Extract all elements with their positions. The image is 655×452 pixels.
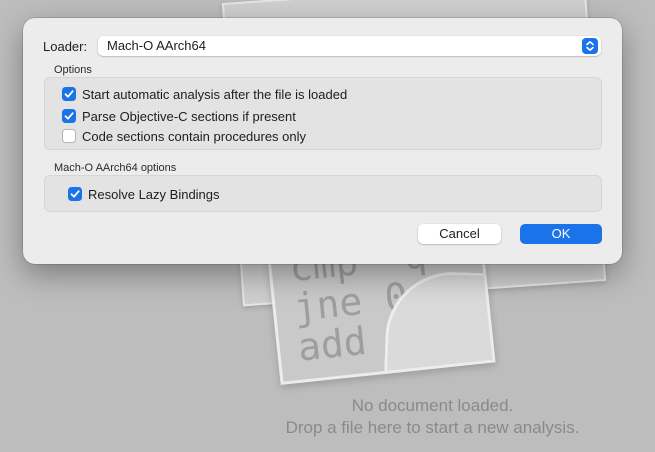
macho-options-group: Resolve Lazy Bindings [44, 175, 602, 212]
empty-state-title: No document loaded. [351, 396, 514, 415]
macho-section-label: Mach-O AArch64 options [54, 162, 177, 174]
option-resolve-lazy-bindings[interactable]: Resolve Lazy Bindings [68, 185, 220, 203]
checkbox-unchecked-icon[interactable] [62, 129, 76, 143]
empty-state-hint: Drop a file here to start a new analysis… [285, 418, 580, 437]
option-label: Code sections contain procedures only [82, 128, 307, 144]
checkbox-checked-icon[interactable] [62, 87, 76, 101]
option-label: Parse Objective-C sections if present [82, 108, 296, 124]
chevron-up-down-icon [582, 38, 598, 54]
loader-select[interactable]: Mach-O AArch64 [98, 36, 601, 56]
option-auto-analysis[interactable]: Start automatic analysis after the file … [62, 85, 347, 103]
option-label: Start automatic analysis after the file … [82, 86, 348, 102]
option-procedures-only[interactable]: Code sections contain procedures only [62, 127, 306, 145]
loader-select-value: Mach-O AArch64 [107, 38, 206, 53]
checkbox-checked-icon[interactable] [68, 187, 82, 201]
option-label: Resolve Lazy Bindings [88, 186, 220, 202]
cancel-button[interactable]: Cancel [418, 224, 501, 244]
options-section-label: Options [54, 64, 92, 76]
ok-button[interactable]: OK [520, 224, 602, 244]
loader-options-dialog: Loader: Mach-O AArch64 Options Start aut… [23, 18, 622, 264]
loader-label: Loader: [43, 39, 88, 54]
option-parse-objc[interactable]: Parse Objective-C sections if present [62, 107, 296, 125]
options-group: Start automatic analysis after the file … [44, 77, 602, 150]
checkbox-checked-icon[interactable] [62, 109, 76, 123]
